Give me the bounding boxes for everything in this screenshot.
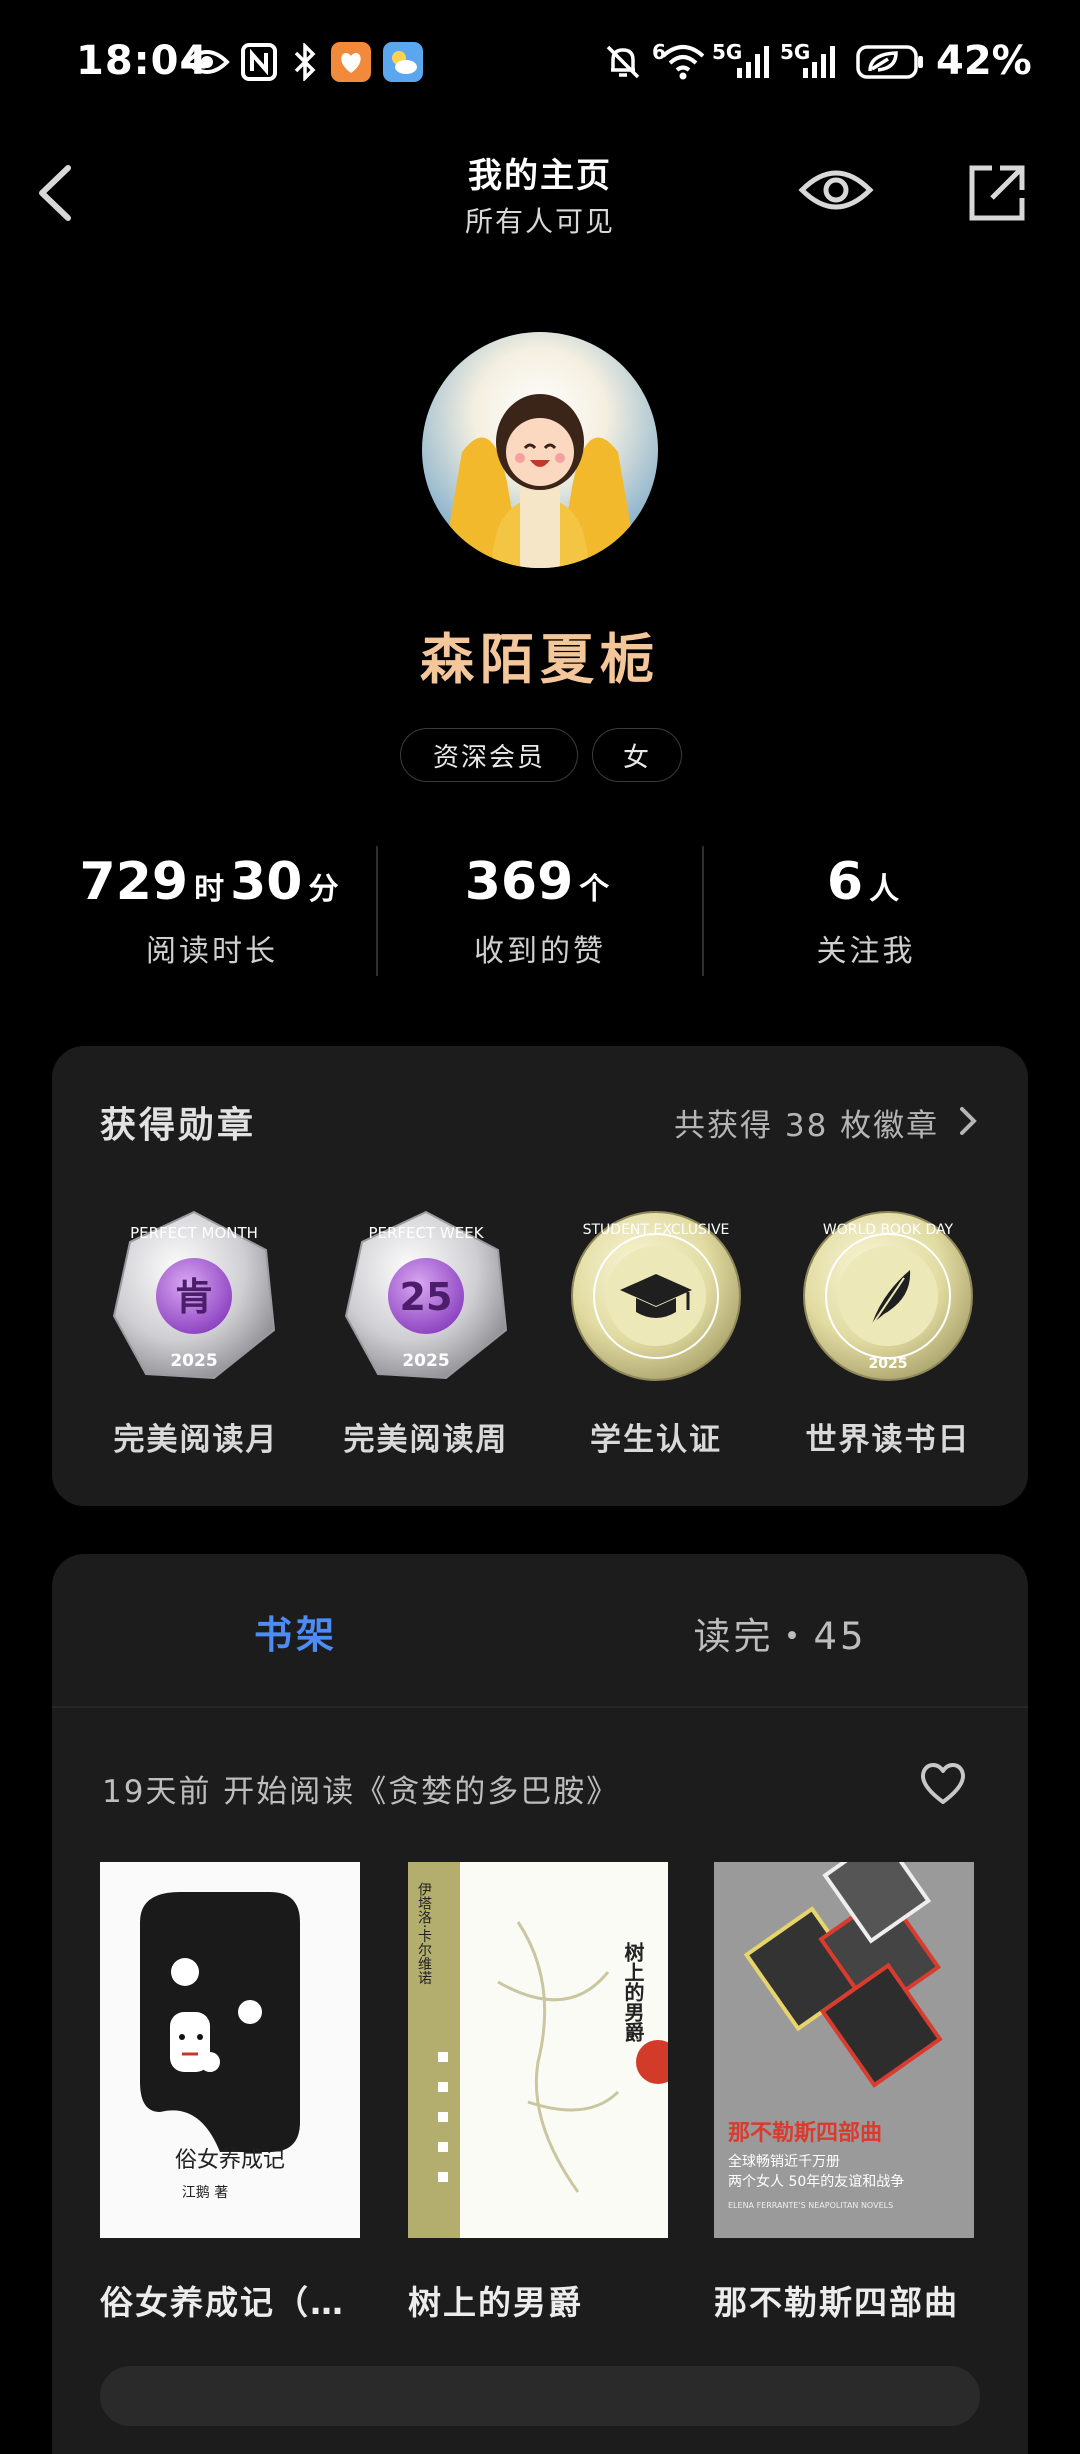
- eye-icon: [184, 42, 230, 82]
- visibility-subtitle: 所有人可见: [464, 205, 615, 238]
- badge-center-text: 25: [400, 1275, 453, 1319]
- stat-label: 收到的赞: [474, 934, 606, 969]
- eye-icon: [798, 170, 874, 210]
- stat-followers[interactable]: 6人 关注我: [696, 852, 1036, 970]
- world-book-day-medal-icon: WORLD BOOK DAY 2025: [803, 1211, 973, 1381]
- bluetooth-icon: [290, 42, 320, 82]
- badge-student[interactable]: STUDENT EXCLUSIVE: [568, 1208, 744, 1384]
- battery-icon: [856, 42, 926, 82]
- badge-label: 学生认证: [590, 1422, 722, 1458]
- gender-tag: 女: [592, 728, 682, 782]
- book-cover-art: 俗女养成记 江鹅 著: [140, 1892, 300, 2201]
- badge-label: 世界读书日: [805, 1422, 971, 1458]
- badge-label: 完美阅读月: [113, 1422, 279, 1458]
- stat-followers-value: 6: [826, 852, 864, 912]
- stat-reading-time[interactable]: 729 时 30 分 阅读时长: [42, 852, 382, 970]
- badge-ring-text: WORLD BOOK DAY: [823, 1222, 954, 1238]
- book-title-2[interactable]: 树上的男爵: [408, 2276, 688, 2324]
- avatar[interactable]: [422, 332, 658, 568]
- nfc-icon: [240, 42, 278, 82]
- wifi-icon: [660, 42, 706, 82]
- stat-likes[interactable]: 369 个 收到的赞: [370, 852, 710, 970]
- stat-likes-unit: 个: [579, 872, 610, 907]
- stat-likes-value: 369: [464, 852, 574, 912]
- cover-title: 俗女养成记: [175, 2148, 285, 2173]
- badge-ring-text: PERFECT WEEK: [368, 1224, 484, 1242]
- badge-center-text: 肯: [175, 1275, 213, 1319]
- favorite-button[interactable]: [918, 1760, 968, 1806]
- badges-title: 获得勋章: [100, 1105, 257, 1146]
- stat-minutes-value: 30: [230, 852, 303, 912]
- badge-world-book-day[interactable]: WORLD BOOK DAY 2025: [800, 1208, 976, 1384]
- stat-label: 关注我: [816, 934, 916, 969]
- student-medal-icon: STUDENT EXCLUSIVE: [571, 1211, 741, 1381]
- book-cover-3[interactable]: 那不勒斯四部曲 全球畅销近千万册 两个女人 50年的友谊和战争 ELENA FE…: [714, 1862, 974, 2238]
- stat-label: 阅读时长: [146, 934, 278, 969]
- cover-title: 树上的男爵: [621, 1942, 645, 2043]
- cover-english-title: ELENA FERRANTE'S NEAPOLITAN NOVELS: [728, 2201, 893, 2210]
- preview-button[interactable]: [796, 158, 876, 222]
- tab-bookshelf[interactable]: 书架: [196, 1604, 396, 1659]
- perfect-month-medal-icon: 肯 PERFECT MONTH 2025: [112, 1210, 276, 1380]
- tab-finished[interactable]: 读完・45: [660, 1606, 900, 1660]
- share-button[interactable]: [962, 158, 1032, 228]
- cover-author: 伊塔洛·卡尔维诺: [416, 1882, 432, 1985]
- avatar-illustration: [422, 332, 658, 568]
- health-app-icon: [330, 42, 372, 82]
- mute-bell-icon: [600, 42, 646, 82]
- book-cover-2[interactable]: 伊塔洛·卡尔维诺 树上的男爵: [408, 1862, 668, 2238]
- stat-minutes-unit: 分: [308, 872, 339, 907]
- chevron-right-icon[interactable]: [956, 1104, 980, 1138]
- signal-icon: [734, 42, 774, 82]
- stat-hours-value: 729: [79, 852, 189, 912]
- cover-subtitle: 全球畅销近千万册: [728, 2153, 840, 2170]
- username: 森陌夏栀: [420, 628, 660, 691]
- badge-perfect-month[interactable]: 肯 PERFECT MONTH 2025: [106, 1208, 282, 1384]
- badge-year: 2025: [402, 1351, 449, 1371]
- signal-icon: [800, 42, 840, 82]
- book-cover-art: 伊塔洛·卡尔维诺 树上的男爵: [408, 1862, 668, 2238]
- badge-ring-text: PERFECT MONTH: [130, 1224, 258, 1242]
- book-title-3[interactable]: 那不勒斯四部曲: [714, 2276, 994, 2324]
- cover-title: 那不勒斯四部曲: [728, 2120, 882, 2146]
- share-icon: [969, 165, 1025, 221]
- book-cover-art: 那不勒斯四部曲 全球畅销近千万册 两个女人 50年的友谊和战争 ELENA FE…: [714, 1862, 974, 2238]
- badges-count-link[interactable]: 共获得 38 枚徽章: [674, 1100, 939, 1145]
- status-bar: 18:04 6 5G 5G 42%: [0, 0, 1080, 130]
- member-badge: 资深会员: [400, 728, 578, 782]
- stat-followers-unit: 人: [869, 872, 900, 907]
- tab-divider: [52, 1706, 1028, 1708]
- book-cover-1[interactable]: 俗女养成记 江鹅 著: [100, 1862, 360, 2238]
- cover-subtitle: 两个女人 50年的友谊和战争: [728, 2173, 904, 2190]
- cover-author: 江鹅 著: [182, 2184, 228, 2201]
- badge-label: 完美阅读周: [343, 1422, 509, 1458]
- badge-year: 2025: [869, 1356, 908, 1372]
- battery-percent: 42%: [936, 38, 1032, 84]
- bottom-action-bar[interactable]: [100, 2366, 980, 2426]
- recent-reading-text[interactable]: 19天前 开始阅读《贪婪的多巴胺》: [102, 1766, 619, 1811]
- stat-hours-unit: 时: [194, 872, 225, 907]
- badge-ring-text: STUDENT EXCLUSIVE: [583, 1222, 730, 1238]
- badge-year: 2025: [170, 1351, 217, 1371]
- page-title: 我的主页: [468, 156, 612, 196]
- weather-app-icon: [382, 42, 424, 82]
- book-title-1[interactable]: 俗女养成记（…: [100, 2276, 380, 2324]
- badge-perfect-week[interactable]: 25 PERFECT WEEK 2025: [338, 1208, 514, 1384]
- heart-icon: [921, 1763, 965, 1804]
- perfect-week-medal-icon: 25 PERFECT WEEK 2025: [344, 1210, 508, 1380]
